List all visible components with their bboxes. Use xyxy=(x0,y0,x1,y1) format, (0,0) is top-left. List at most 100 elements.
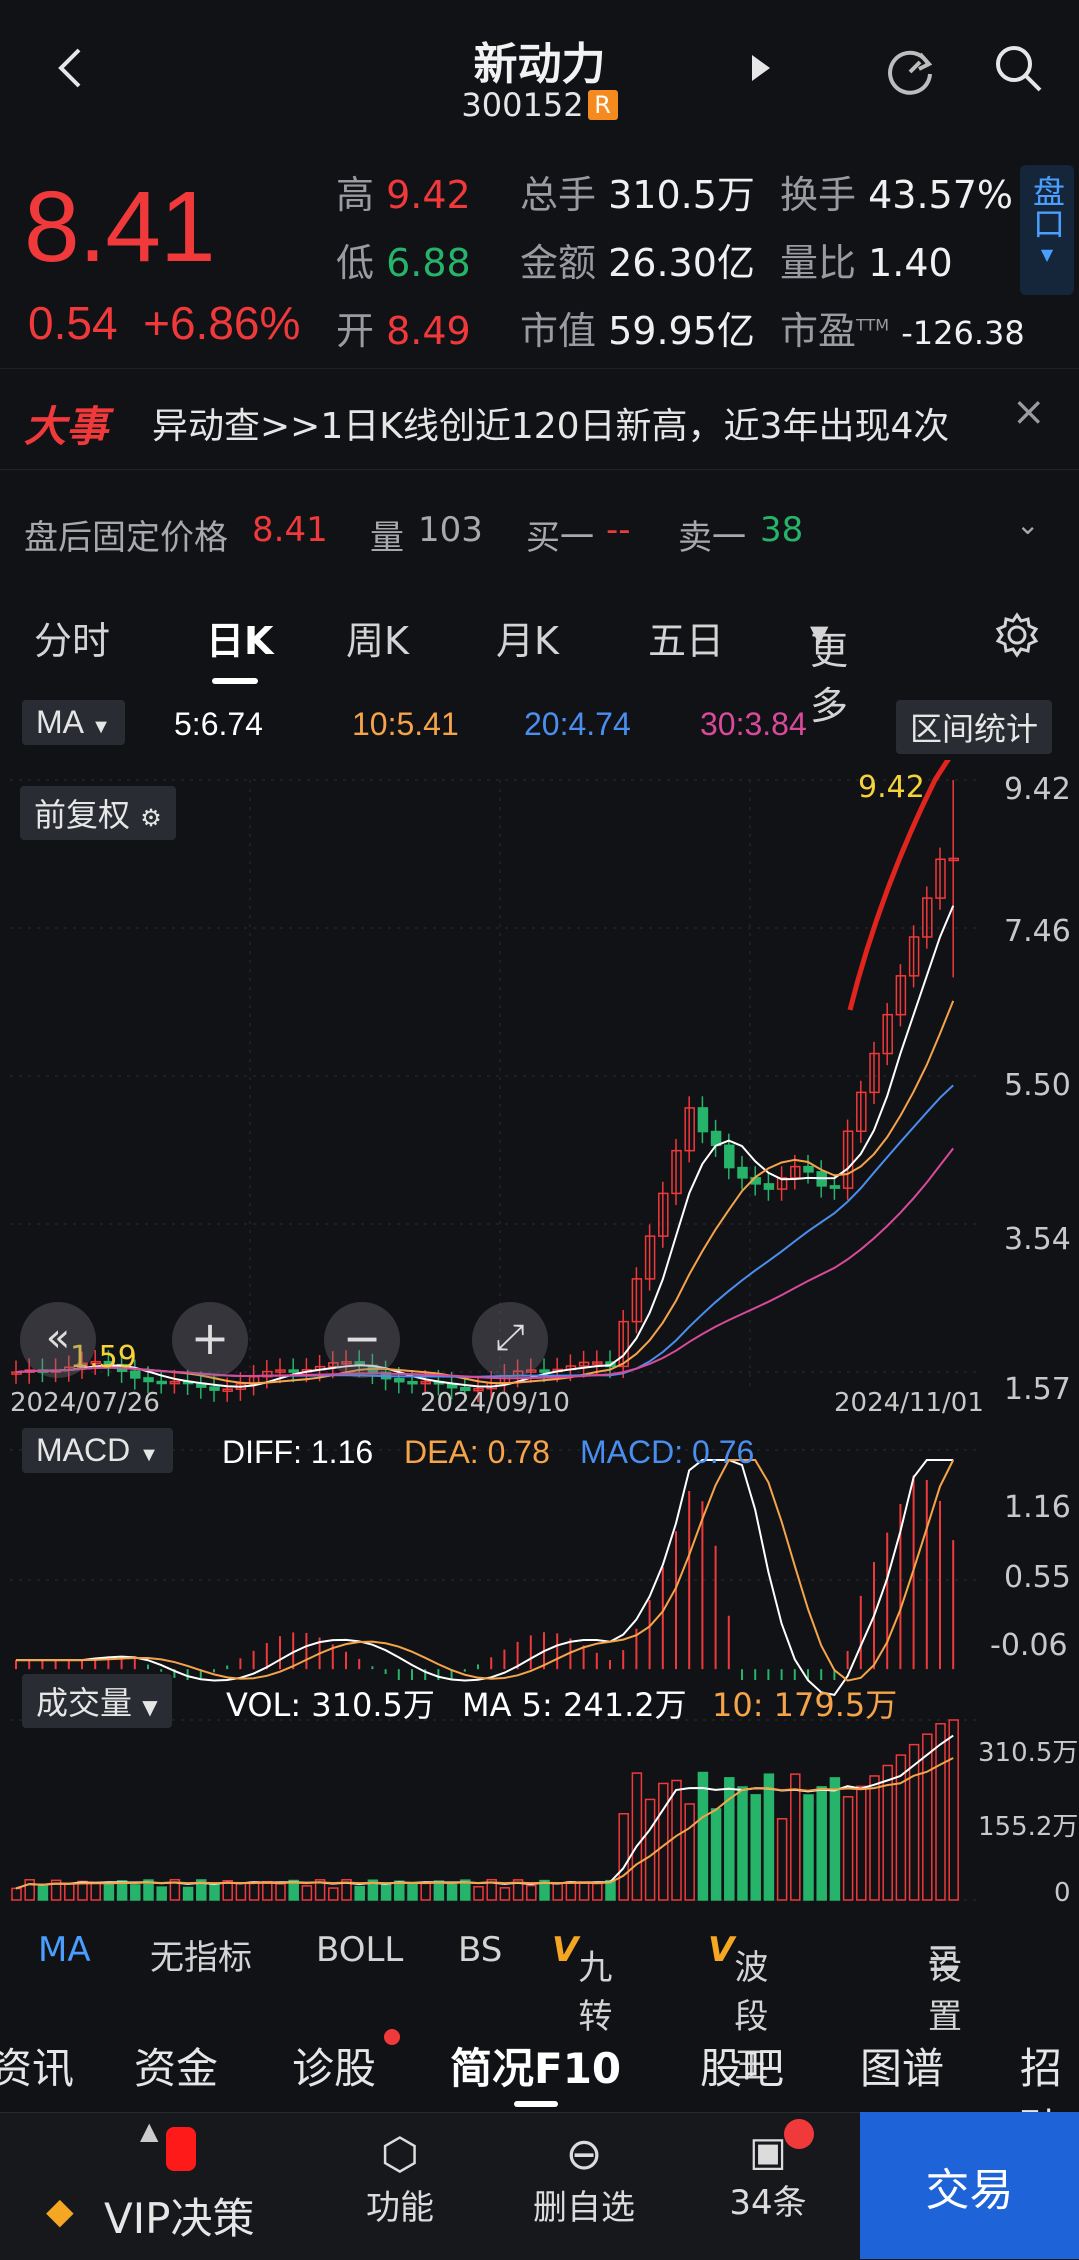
volume-value: VOL: 310.5万 xyxy=(226,1686,435,1724)
tab-graph[interactable]: 图谱 xyxy=(860,2035,944,2096)
ind-jiuzhuan[interactable]: V 九转 xyxy=(552,1930,612,2037)
volume-bar xyxy=(446,1883,458,1901)
candle-body xyxy=(407,1380,418,1385)
news-bar[interactable]: 大事 异动查>>1日K线创近120日新高，近3年出现4次 × xyxy=(0,368,1079,470)
volume-bar xyxy=(11,1887,22,1901)
bid1-label: 买一 xyxy=(526,518,594,558)
search-icon[interactable] xyxy=(988,38,1048,98)
price-adjust-button[interactable]: 前复权 ⚙ xyxy=(20,786,176,840)
candle-body xyxy=(394,1377,405,1383)
tab-diagnose[interactable]: 诊股 xyxy=(292,2035,376,2096)
volume-bar xyxy=(750,1794,761,1901)
remove-watchlist-button[interactable]: ⊖ 删自选 xyxy=(494,2113,674,2260)
ind-ma[interactable]: MA xyxy=(38,1930,91,1970)
ind-boll[interactable]: BOLL xyxy=(316,1930,403,1970)
high-marker: 9.42 xyxy=(858,770,925,805)
candle-body xyxy=(763,1183,775,1190)
volume-ma5: MA 5: 241.2万 xyxy=(462,1686,687,1724)
macd-y-3: -0.06 xyxy=(990,1628,1068,1663)
macd-y-2: 0.55 xyxy=(1004,1560,1071,1595)
stat-low: 低 6.88 xyxy=(336,241,471,285)
tab-five-day[interactable]: 五日 xyxy=(648,610,724,665)
candle-body xyxy=(143,1377,154,1383)
volume-y-2: 155.2万 xyxy=(978,1812,1079,1842)
candle-body xyxy=(803,1165,814,1173)
volume-bar xyxy=(473,1886,484,1901)
tab-weekly-k[interactable]: 周K xyxy=(346,610,409,665)
macd-y-1: 1.16 xyxy=(1004,1490,1071,1525)
ind-boduanwang[interactable]: V 波段王 xyxy=(708,1930,768,2086)
volume-bar xyxy=(922,1733,933,1901)
ma-selector[interactable]: MA ▼ xyxy=(22,700,125,745)
ind-bs[interactable]: BS xyxy=(458,1930,502,1970)
expand-chevron-icon[interactable]: ⌄ xyxy=(1016,508,1039,541)
stat-volume-ratio: 量比 1.40 xyxy=(780,241,953,285)
candle-body xyxy=(539,1369,550,1373)
ma5-value: 5:6.74 xyxy=(174,706,263,742)
candle-body xyxy=(724,1144,735,1169)
next-stock-icon[interactable] xyxy=(730,38,790,98)
pankou-button[interactable]: 盘口 ▼ xyxy=(1020,165,1074,295)
pankou-arrow-icon: ▼ xyxy=(1040,245,1054,264)
questions-button[interactable]: ▣ 34条 xyxy=(678,2113,858,2260)
volume-bar xyxy=(829,1777,841,1901)
fullscreen-icon[interactable]: ⤢ xyxy=(472,1302,548,1378)
volume-y-1: 310.5万 xyxy=(978,1738,1079,1768)
up-arrow-icon: ▲ xyxy=(140,2117,159,2145)
tab-f10[interactable]: 简况F10 xyxy=(450,2035,621,2096)
settings-gear-icon[interactable] xyxy=(994,612,1040,667)
zoom-in-icon[interactable]: + xyxy=(172,1302,248,1378)
volume-bar xyxy=(526,1884,537,1901)
function-button[interactable]: ⬡ 功能 xyxy=(310,2113,490,2260)
stat-open: 开 8.49 xyxy=(336,309,471,353)
tab-intraday[interactable]: 分时 xyxy=(34,610,110,665)
stat-turnover: 换手 43.57% xyxy=(780,173,1014,217)
volume-selector[interactable]: 成交量 ▼ xyxy=(22,1674,172,1728)
stat-market-cap: 市值 59.95亿 xyxy=(520,309,755,353)
ma10-value: 10:5.41 xyxy=(352,706,459,742)
scroll-left-icon[interactable]: « xyxy=(20,1302,96,1378)
refresh-icon[interactable] xyxy=(880,40,940,100)
ind-none[interactable]: 无指标 xyxy=(150,1930,252,1979)
volume-bar xyxy=(776,1818,788,1901)
tab-news[interactable]: 资讯 xyxy=(0,2035,74,2096)
tab-daily-k[interactable]: 日K xyxy=(206,610,273,665)
remove-watchlist-label: 删自选 xyxy=(533,2188,635,2228)
volume-bar xyxy=(842,1796,854,1901)
macd-dea: DEA: 0.78 xyxy=(404,1434,550,1470)
tab-monthly-k[interactable]: 月K xyxy=(496,610,559,665)
volume-bar xyxy=(935,1723,946,1901)
volume-bar xyxy=(856,1785,867,1901)
volume-bar xyxy=(433,1880,445,1901)
trade-button[interactable]: 交易 xyxy=(860,2112,1079,2259)
volume-bar xyxy=(235,1882,247,1901)
notification-dot xyxy=(784,2119,814,2149)
volume-bar xyxy=(869,1775,880,1901)
tab-forum[interactable]: 股吧 xyxy=(700,2035,784,2096)
volume-bar xyxy=(697,1771,709,1901)
candle-body xyxy=(737,1166,748,1179)
ask-icon: ▣ xyxy=(749,2129,787,2175)
volume-bar xyxy=(156,1886,167,1901)
volume-bar xyxy=(64,1883,75,1901)
volume-bar xyxy=(803,1794,814,1901)
volume-bar xyxy=(790,1773,801,1901)
macd-selector[interactable]: MACD ▼ xyxy=(22,1428,173,1473)
vip-diamond-icon: ◆ xyxy=(46,2191,74,2232)
macd-diff: DIFF: 1.16 xyxy=(222,1434,374,1470)
volume-bar xyxy=(248,1881,260,1901)
range-stats-button[interactable]: 区间统计 xyxy=(896,700,1053,754)
y-label-1: 9.42 xyxy=(1004,772,1071,807)
volume-bar xyxy=(90,1881,101,1901)
tab-funds[interactable]: 资金 xyxy=(134,2035,218,2096)
volume-bar xyxy=(37,1885,49,1901)
close-icon[interactable]: × xyxy=(1012,389,1046,435)
volume-legend: 成交量 ▼ VOL: 310.5万 MA 5: 241.2万 10: 179.5… xyxy=(0,1674,1079,1730)
x-label-2: 2024/09/10 xyxy=(420,1388,570,1418)
volume-bar xyxy=(130,1884,141,1901)
stock-code: 300152 xyxy=(461,86,584,124)
volume-bar xyxy=(763,1773,775,1901)
vip-decision-button[interactable]: ▲ ◆ VIP决策 xyxy=(0,2113,300,2260)
zoom-out-icon[interactable]: − xyxy=(324,1302,400,1378)
macd-lines xyxy=(16,1459,955,1697)
